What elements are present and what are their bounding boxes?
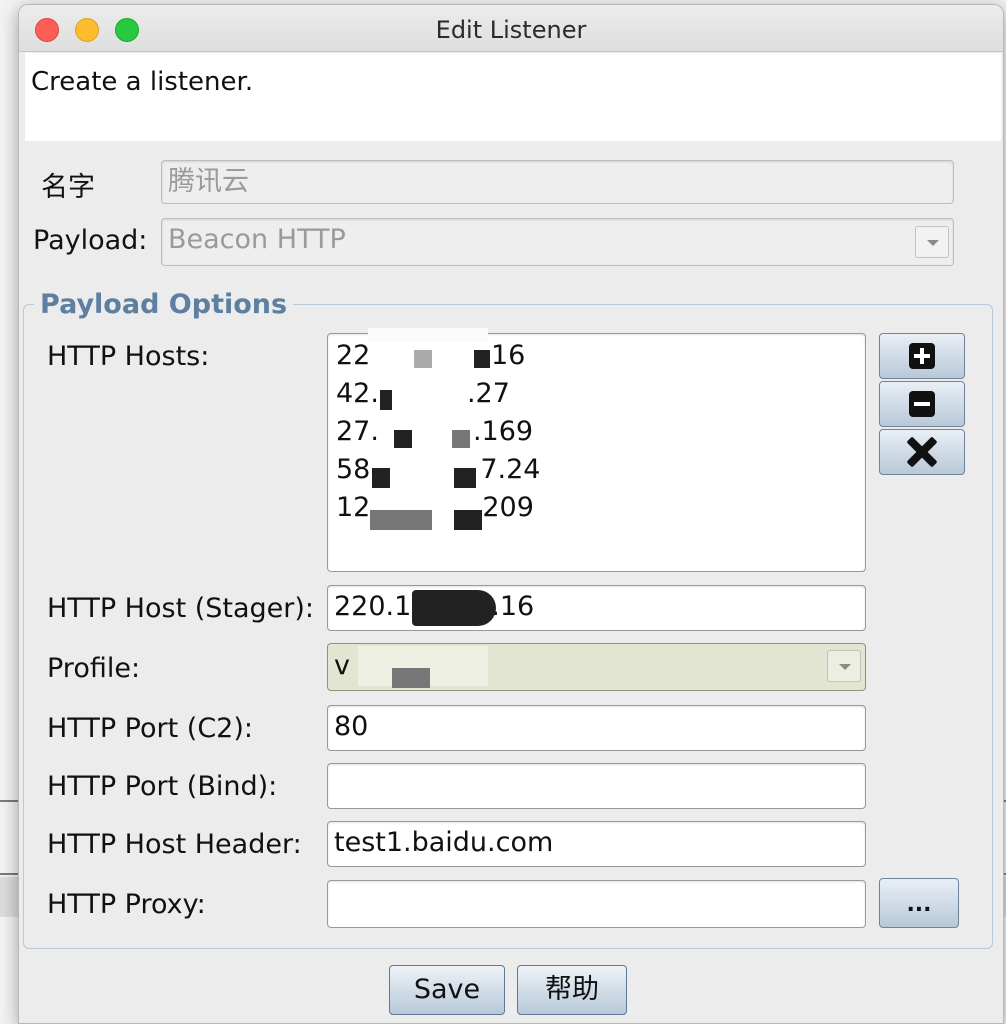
stager-host-field[interactable]: 220.1.16 xyxy=(327,585,866,631)
redaction-mark xyxy=(474,350,490,368)
host-item[interactable]: 27. .169 xyxy=(336,416,533,447)
redaction-mark xyxy=(380,390,392,410)
stager-label: HTTP Host (Stager): xyxy=(47,593,315,624)
name-label: 名字 xyxy=(41,172,95,203)
save-button[interactable]: Save xyxy=(389,965,505,1015)
minus-icon xyxy=(909,391,935,417)
description-panel: Create a listener. xyxy=(25,53,1001,141)
help-button[interactable]: 帮助 xyxy=(517,965,627,1015)
redaction-mark xyxy=(414,350,432,368)
payload-label: Payload: xyxy=(33,225,148,256)
proxy-field[interactable] xyxy=(327,880,866,928)
chevron-down-icon xyxy=(827,650,861,682)
redaction-mark xyxy=(370,510,432,530)
name-field[interactable]: 腾讯云 xyxy=(161,160,954,204)
profile-label: Profile: xyxy=(47,653,141,684)
host-item[interactable]: 12 209 xyxy=(336,492,534,523)
port-bind-label: HTTP Port (Bind): xyxy=(47,771,278,802)
proxy-browse-button[interactable]: ... xyxy=(879,878,959,928)
redaction-mark xyxy=(394,430,412,448)
redaction-mark xyxy=(392,668,430,688)
host-item[interactable]: 42. .27 xyxy=(336,378,510,409)
profile-value: v xyxy=(334,650,350,681)
host-item[interactable]: 58 7.24 xyxy=(336,454,540,485)
chevron-down-icon xyxy=(915,226,949,258)
port-c2-label: HTTP Port (C2): xyxy=(47,713,253,744)
payload-options-legend: Payload Options xyxy=(40,289,288,320)
clear-hosts-button[interactable] xyxy=(879,429,965,475)
payload-select[interactable]: Beacon HTTP xyxy=(161,218,954,266)
profile-select[interactable]: v xyxy=(327,643,866,691)
proxy-label: HTTP Proxy: xyxy=(47,889,206,920)
port-c2-field[interactable]: 80 xyxy=(327,705,866,751)
edit-listener-dialog: Edit Listener Create a listener. 名字 腾讯云 … xyxy=(18,4,1004,1024)
http-hosts-list[interactable]: 22.16 42. .27 27. .169 58 7.24 12 209 xyxy=(327,328,866,572)
remove-host-button[interactable] xyxy=(879,381,965,427)
redaction-mark xyxy=(454,510,482,530)
payload-value: Beacon HTTP xyxy=(168,224,346,255)
add-host-button[interactable] xyxy=(879,333,965,379)
close-icon xyxy=(906,436,938,468)
host-header-field[interactable]: test1.baidu.com xyxy=(327,821,866,867)
redaction-mark xyxy=(412,590,496,626)
description-text: Create a listener. xyxy=(31,67,254,97)
title-bar[interactable]: Edit Listener xyxy=(19,5,1003,52)
port-bind-field[interactable] xyxy=(327,763,866,809)
redaction-mark xyxy=(452,430,470,448)
host-header-label: HTTP Host Header: xyxy=(47,829,302,860)
redaction-mark xyxy=(372,468,390,488)
http-hosts-label: HTTP Hosts: xyxy=(47,341,210,372)
redaction-mark xyxy=(454,468,476,488)
window-title: Edit Listener xyxy=(435,16,587,44)
plus-icon xyxy=(909,343,935,369)
redaction-blur xyxy=(368,328,488,342)
